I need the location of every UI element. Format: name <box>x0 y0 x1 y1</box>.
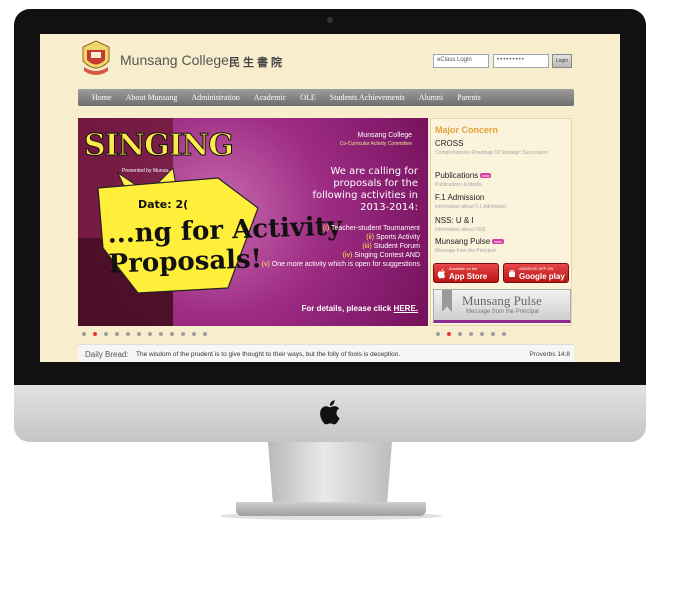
slide-dot[interactable] <box>137 332 141 336</box>
nav-item-parents[interactable]: Parents <box>450 93 488 102</box>
major-concern-panel: Major Concern CROSS Comprehensive Roadma… <box>430 118 572 326</box>
side-sub-nss: Information about NSS <box>435 227 486 233</box>
banner-activity-list: (i) Teacher-student Tournament (ii) Spor… <box>260 224 420 269</box>
side-link-cross[interactable]: CROSS <box>435 139 463 148</box>
slide-dot[interactable] <box>126 332 130 336</box>
slide-dot[interactable] <box>93 332 97 336</box>
camera-icon <box>327 17 333 23</box>
apple-icon <box>437 268 446 279</box>
android-icon <box>509 270 515 277</box>
website-screen: Munsang College 民生書院 eClass Login ••••••… <box>40 34 620 362</box>
new-badge: new <box>480 173 492 179</box>
nav-item-ole[interactable]: OLE <box>293 93 323 102</box>
app-store-small-text: Available on the <box>449 266 478 271</box>
banner-committee: Co-Curricular Activity Committee <box>339 141 412 147</box>
nav-item-home[interactable]: Home <box>78 93 119 102</box>
password-input[interactable]: ••••••••• <box>493 54 549 68</box>
college-crest-logo[interactable] <box>80 39 112 77</box>
nav-item-administration[interactable]: Administration <box>184 93 246 102</box>
imac-stand <box>268 442 392 504</box>
imac-mockup: Munsang College 民生書院 eClass Login ••••••… <box>0 0 700 600</box>
slide-dot[interactable] <box>480 332 484 336</box>
major-concern-title: Major Concern <box>435 125 499 135</box>
banner-details: For details, please click HERE. <box>301 304 418 313</box>
banner-list-item: (v) One more activity which is open for … <box>261 261 420 268</box>
slide-dot[interactable] <box>104 332 108 336</box>
imac-stand-foot <box>236 502 426 516</box>
daily-bread-verse: The wisdom of the prudent is to give tho… <box>136 351 401 358</box>
slide-dot[interactable] <box>203 332 207 336</box>
banner-here-link[interactable]: HERE. <box>394 304 418 313</box>
slide-dot[interactable] <box>82 332 86 336</box>
college-name[interactable]: Munsang College <box>120 52 229 68</box>
daily-bread-bar: Daily Bread: The wisdom of the prudent i… <box>78 344 574 362</box>
side-slide-indicators <box>436 332 506 336</box>
side-sub-munsang-pulse: Message from the Principal <box>435 248 496 254</box>
nav-item-students-achievements[interactable]: Students Achievements <box>323 93 412 102</box>
slide-dot[interactable] <box>192 332 196 336</box>
banner-list-item: (iii) Student Forum <box>362 243 420 250</box>
banner-slide-indicators <box>82 332 207 336</box>
nav-item-academic[interactable]: Academic <box>247 93 293 102</box>
app-store-button[interactable]: Available on the App Store <box>433 263 499 283</box>
side-link-f1-admission[interactable]: F.1 Admission <box>435 193 484 202</box>
slide-dot[interactable] <box>469 332 473 336</box>
side-sub-cross: Comprehensive Roadmap Of Strategic Succe… <box>435 150 548 156</box>
slide-dot[interactable] <box>502 332 506 336</box>
slide-dot[interactable] <box>436 332 440 336</box>
main-nav: Home About Munsang Administration Academ… <box>78 89 574 106</box>
banner-presented-by: Presented by Munsa... <box>122 168 173 174</box>
slide-dot[interactable] <box>447 332 451 336</box>
side-link-publications[interactable]: Publications new <box>435 171 492 180</box>
daily-bread-reference: Proverbs 14:8 <box>529 351 570 358</box>
bookmark-icon <box>442 290 452 312</box>
college-chinese-name: 民生書院 <box>229 57 285 69</box>
munsang-pulse-banner[interactable]: Munsang Pulse Message from the Principal <box>433 289 571 323</box>
google-play-small-text: ANDROID APP ON <box>519 266 554 271</box>
banner-list-item: (ii) Sports Activity <box>366 234 420 241</box>
google-play-button[interactable]: ANDROID APP ON Google play <box>503 263 569 283</box>
banner-singing-title: SINGING <box>84 128 235 164</box>
pulse-banner-subtitle: Message from the Principal <box>466 309 539 315</box>
eclass-login-input[interactable]: eClass Login <box>433 54 489 68</box>
side-link-nss[interactable]: NSS: U & I <box>435 216 474 225</box>
slide-dot[interactable] <box>148 332 152 336</box>
nav-item-alumni[interactable]: Alumni <box>412 93 450 102</box>
nav-item-about[interactable]: About Munsang <box>119 93 185 102</box>
slide-dot[interactable] <box>491 332 495 336</box>
slide-dot[interactable] <box>115 332 119 336</box>
daily-bread-label: Daily Bread: <box>85 350 129 359</box>
side-link-munsang-pulse[interactable]: Munsang Pulse new <box>435 237 504 246</box>
slide-dot[interactable] <box>159 332 163 336</box>
new-badge: new <box>492 239 504 245</box>
google-play-label: Google play <box>519 272 565 281</box>
banner-college: Munsang College <box>357 132 412 139</box>
slide-dot[interactable] <box>181 332 185 336</box>
slide-dot[interactable] <box>170 332 174 336</box>
app-store-label: App Store <box>449 272 488 281</box>
apple-logo-icon <box>320 400 340 425</box>
slide-dot[interactable] <box>458 332 462 336</box>
side-sub-publications: Publications & Media <box>435 182 482 188</box>
banner-date: Date: 2( <box>138 198 189 211</box>
side-sub-f1-admission: Information about F.1 Admission <box>435 204 507 210</box>
login-button[interactable]: Login <box>552 54 572 68</box>
pulse-banner-title: Munsang Pulse <box>462 293 542 308</box>
banner-list-item: (i) Teacher-student Tournament <box>322 225 420 232</box>
banner-list-item: (iv) Singing Contest AND <box>342 252 420 259</box>
banner-calling-text: We are calling for proposals for the fol… <box>312 166 418 213</box>
activity-proposals-banner[interactable]: SINGING Presented by Munsa... Munsang Co… <box>78 118 428 326</box>
